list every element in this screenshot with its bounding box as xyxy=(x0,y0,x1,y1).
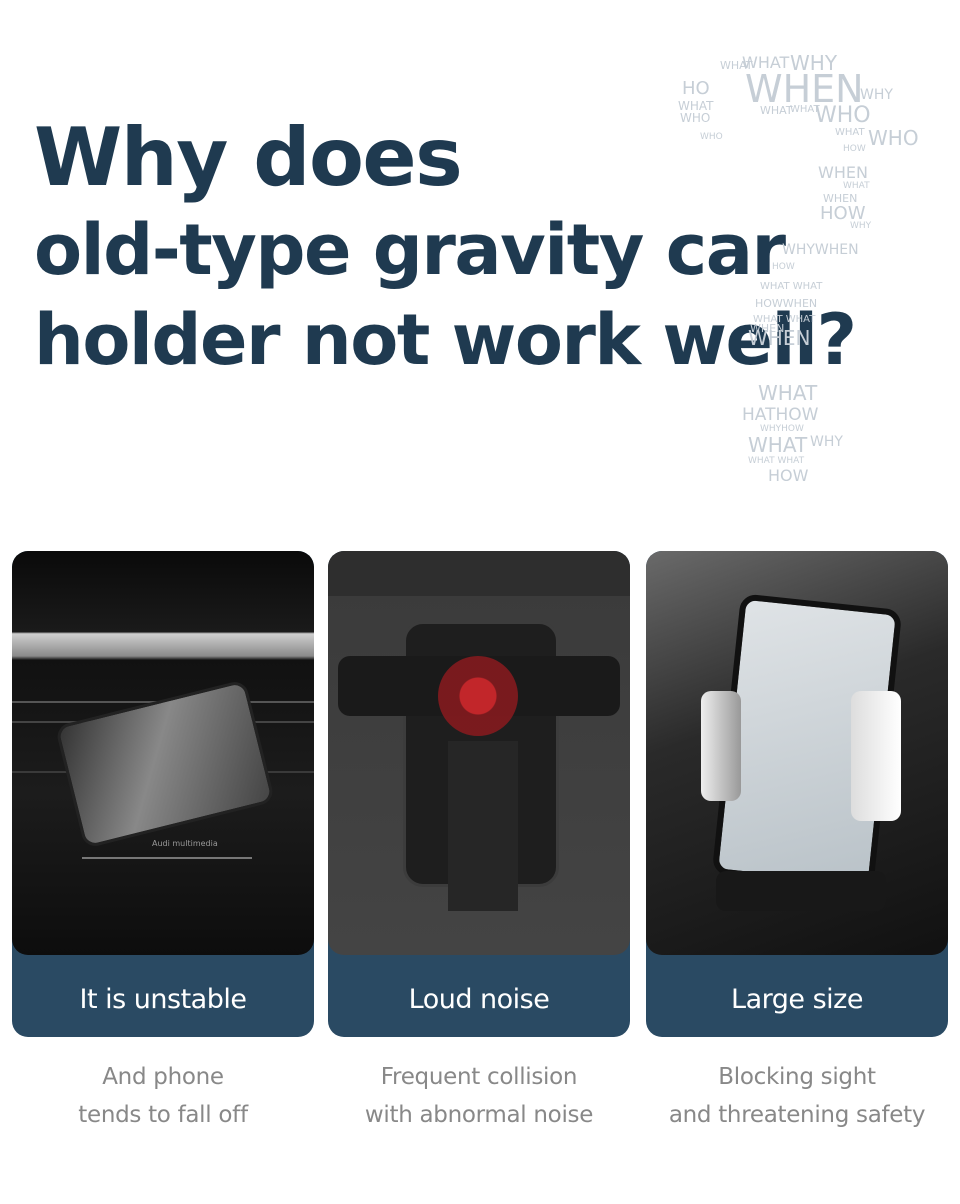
holder-base xyxy=(716,871,886,911)
word-cloud-word: WHEN xyxy=(748,326,811,350)
desc-line: tends to fall off xyxy=(78,1102,248,1128)
word-cloud-word: WHY xyxy=(860,87,893,103)
photo-caption: Audi multimedia xyxy=(152,839,218,848)
phone-image xyxy=(54,679,276,849)
card-description-unstable: And phone tends to fall off xyxy=(12,1058,314,1134)
word-cloud-word: WHAT WHAT xyxy=(760,281,823,292)
desc-line: and threatening safety xyxy=(668,1102,926,1128)
word-cloud-word: WHAT xyxy=(720,59,753,72)
word-cloud-word: WHY xyxy=(850,221,872,231)
holder-arm-right xyxy=(851,691,901,821)
desc-line: And phone xyxy=(102,1064,224,1090)
word-cloud-word: WHEN xyxy=(818,163,868,182)
card-label: Loud noise xyxy=(408,984,550,1015)
card-description-loud-noise: Frequent collision with abnormal noise xyxy=(328,1058,630,1134)
desc-line: with abnormal noise xyxy=(364,1102,594,1128)
word-cloud-word: HOW xyxy=(768,466,809,485)
noise-highlight-icon xyxy=(438,656,518,736)
word-cloud-word: WHAT WHAT xyxy=(748,456,805,466)
word-cloud-word: WHAT xyxy=(760,104,793,117)
word-cloud-word: WHY xyxy=(810,434,843,450)
word-cloud-word: WHO xyxy=(815,103,871,128)
card-large-size: Large size xyxy=(646,551,948,1037)
photo-phone-falling: Audi multimedia xyxy=(12,551,314,955)
word-cloud-word: WHO xyxy=(868,126,919,150)
word-cloud-word: HOW xyxy=(843,144,866,154)
word-cloud-word: HOW xyxy=(772,262,795,272)
word-cloud-word: WHAT xyxy=(758,381,818,405)
card-label: It is unstable xyxy=(79,984,247,1015)
card-description-large-size: Blocking sight and threatening safety xyxy=(646,1058,948,1134)
word-cloud-word: WHAT xyxy=(835,127,865,138)
desc-line: Blocking sight xyxy=(718,1064,876,1090)
word-cloud-word: WHYWHEN xyxy=(782,242,859,258)
word-cloud-word: HOWWHEN xyxy=(755,297,818,310)
word-cloud-word: HO xyxy=(682,78,710,99)
word-cloud-word: WHO xyxy=(700,132,723,142)
photo-bulky-holder xyxy=(646,551,948,955)
card-loud-noise: Loud noise xyxy=(328,551,630,1037)
word-cloud-word: WHAT xyxy=(843,181,870,191)
question-mark-word-cloud: WHAT WHY HO WHEN WHY WHAT WHO WHAT WHAT WHAT WHO WH… xyxy=(660,50,920,490)
photo-holder-closeup xyxy=(328,551,630,955)
word-cloud-word: HATHOW xyxy=(742,405,819,425)
card-unstable: Audi multimedia It is unstable xyxy=(12,551,314,1037)
holder-stand xyxy=(448,741,518,911)
card-label: Large size xyxy=(731,984,863,1015)
desc-line: Frequent collision xyxy=(380,1064,578,1090)
holder-arm-left xyxy=(701,691,741,801)
word-cloud-word: WHO xyxy=(680,111,711,125)
word-cloud-word: WHAT xyxy=(748,433,808,457)
